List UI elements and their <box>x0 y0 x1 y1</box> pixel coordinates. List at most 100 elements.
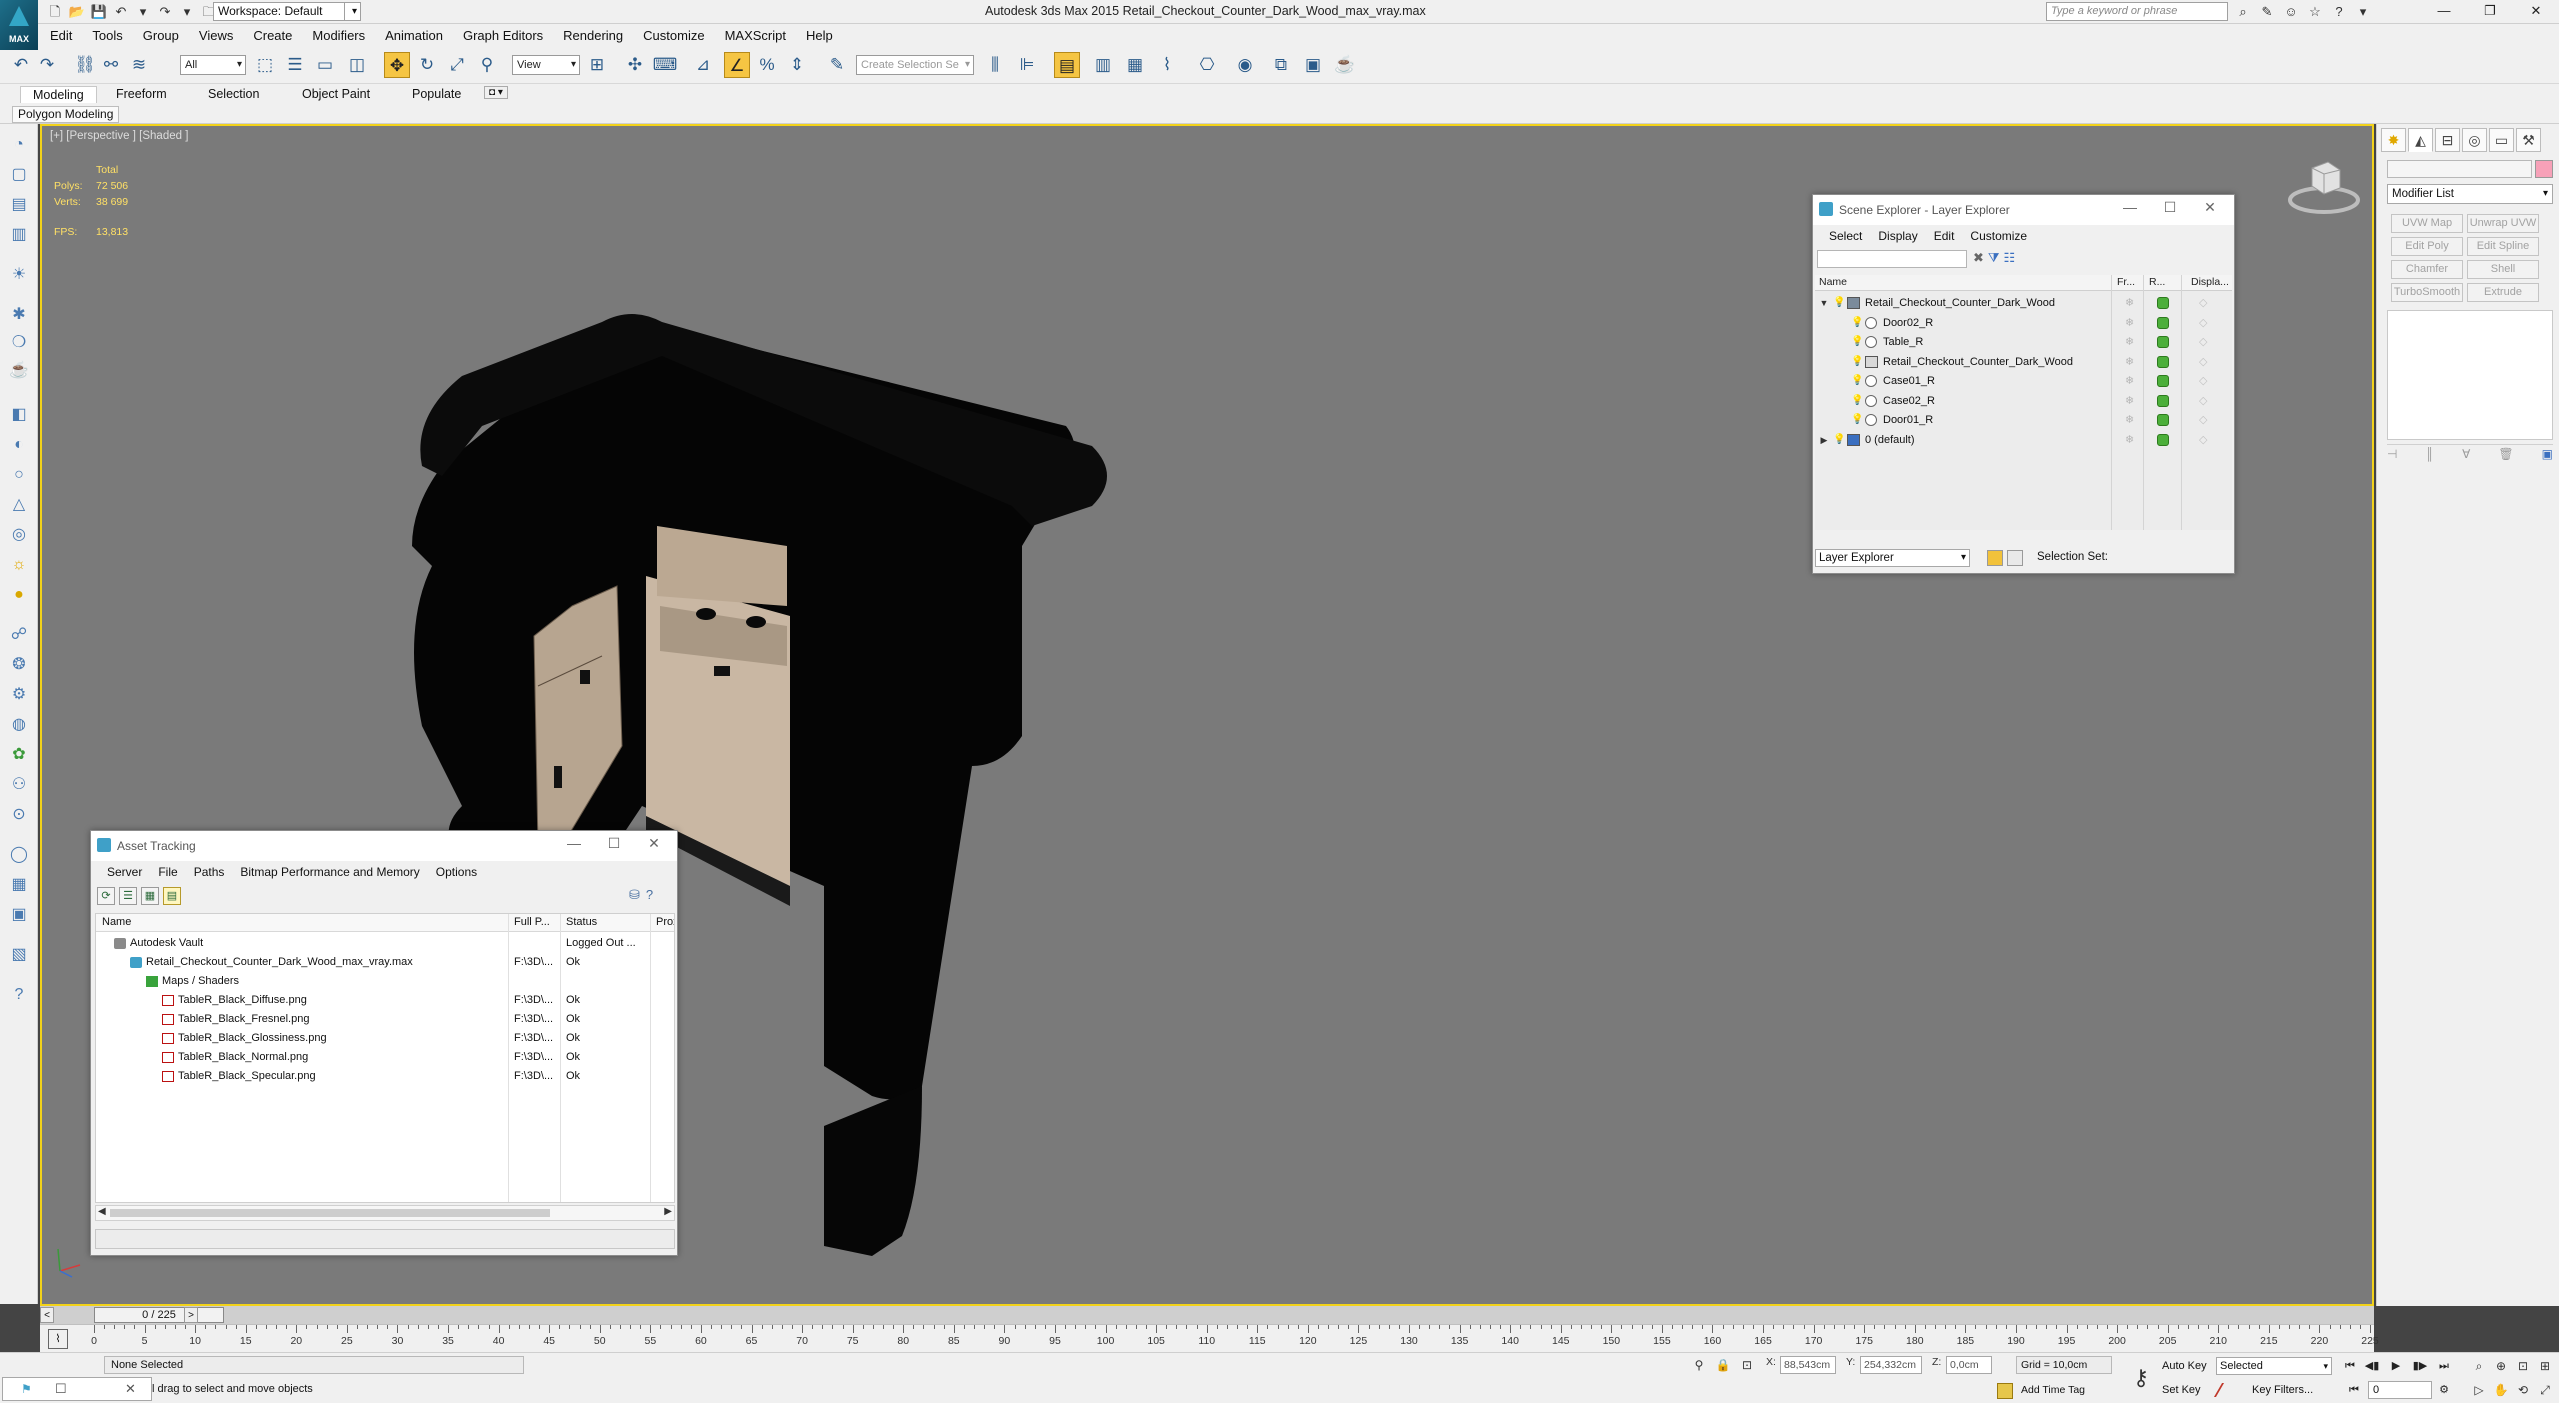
renderable-icon[interactable] <box>2157 336 2169 348</box>
unwrap-uvw-button[interactable]: Unwrap UVW <box>2467 214 2539 233</box>
tab-selection[interactable]: Selection <box>196 86 271 102</box>
toggle-layer-explorer-icon[interactable]: ▥ <box>1090 52 1116 78</box>
menu-customize[interactable]: Customize <box>633 24 714 46</box>
tab-modeling[interactable]: Modeling <box>20 86 97 103</box>
options-icon[interactable]: ☷ <box>2004 250 2016 266</box>
toggle-scene-explorer-icon[interactable]: ▤ <box>1054 52 1080 78</box>
window-crossing-icon[interactable]: ◫ <box>344 52 370 78</box>
select-rotate-icon[interactable]: ↻ <box>414 52 440 78</box>
orbit-icon[interactable]: ⟲ <box>2514 1381 2532 1399</box>
display-box-icon[interactable]: ◇ <box>2199 293 2207 313</box>
freeze-icon[interactable]: ❄ <box>2125 391 2134 411</box>
light-icon[interactable]: ☀ <box>8 264 30 286</box>
close-icon[interactable]: ✕ <box>2195 199 2225 216</box>
circle-icon[interactable]: ○ <box>8 464 30 486</box>
go-to-start-icon[interactable]: ⏮ <box>2340 1357 2360 1375</box>
named-selection-set-dropdown[interactable]: Create Selection Se <box>856 55 974 75</box>
tab-populate[interactable]: Populate <box>400 86 473 102</box>
layer-toggle-icon[interactable] <box>1987 550 2003 566</box>
place-icon[interactable]: ⚲ <box>474 52 500 78</box>
pan-icon[interactable]: ✋ <box>2492 1381 2510 1399</box>
list-view-icon[interactable]: ☰ <box>119 887 137 905</box>
help-icon[interactable]: ? <box>646 887 653 903</box>
open-file-icon[interactable]: 📂 <box>68 3 86 21</box>
current-frame-field[interactable]: 0 <box>2368 1381 2432 1399</box>
menu-views[interactable]: Views <box>189 24 243 46</box>
display-box-icon[interactable]: ◇ <box>2199 410 2207 430</box>
maximize-icon[interactable]: ☐ <box>599 835 629 852</box>
viewport-label[interactable]: [+] [Perspective ] [Shaded ] <box>50 130 188 142</box>
chamfer-button[interactable]: Chamfer <box>2391 260 2463 279</box>
display-box-icon[interactable]: ◇ <box>2199 352 2207 372</box>
close-icon[interactable]: ✕ <box>2513 0 2559 22</box>
selection-lock-icon[interactable]: 🔒 <box>1714 1356 1732 1374</box>
select-manipulate-icon[interactable]: ✣ <box>622 52 648 78</box>
visibility-bulb-icon[interactable]: 💡 <box>1851 413 1863 426</box>
freeze-icon[interactable]: ❄ <box>2125 410 2134 430</box>
renderable-icon[interactable] <box>2157 297 2169 309</box>
asset-row[interactable]: TableR_Black_Fresnel.png F:\3D\... Ok <box>96 1010 674 1029</box>
object-color-swatch[interactable] <box>2535 160 2553 178</box>
selection-filter-dropdown[interactable]: All <box>180 55 246 75</box>
freeze-icon[interactable]: ❄ <box>2125 430 2134 450</box>
filter-icon[interactable]: ⧩ <box>1988 250 2000 266</box>
app-logo-button[interactable]: MAX <box>0 0 38 50</box>
renderable-icon[interactable] <box>2157 433 2169 446</box>
menu-graph-editors[interactable]: Graph Editors <box>453 24 553 46</box>
shapes-icon[interactable]: ▢ <box>8 164 30 186</box>
sphere-icon[interactable]: ◐ <box>8 434 30 456</box>
render-icon[interactable]: ▦ <box>8 874 30 896</box>
minimize-icon[interactable]: — <box>2421 0 2467 22</box>
explorer-mode-dropdown[interactable]: Layer Explorer <box>1815 549 1970 567</box>
workspace-extra-button[interactable] <box>344 2 358 21</box>
spinner-snap-icon[interactable]: ⇕ <box>784 52 810 78</box>
key-filters-button[interactable]: Key Filters... <box>2232 1381 2332 1399</box>
scene-explorer-menu-select[interactable]: Select <box>1821 225 1870 247</box>
thumbnail-view-icon[interactable]: ▦ <box>141 887 159 905</box>
undo-icon[interactable]: ↶ <box>8 52 34 78</box>
scene-explorer-search-input[interactable] <box>1817 250 1967 268</box>
keyboard-shortcut-icon[interactable]: ⌨ <box>652 52 678 78</box>
angle-snap-icon[interactable]: ∠ <box>724 52 750 78</box>
maxscript-close-icon[interactable]: ✕ <box>125 1381 136 1397</box>
edit-spline-button[interactable]: Edit Spline <box>2467 237 2539 256</box>
maxscript-listener-mini[interactable]: ⚑ ☐ ✕ <box>2 1377 152 1401</box>
scene-explorer-titlebar[interactable]: Scene Explorer - Layer Explorer — ☐ ✕ <box>1813 195 2234 225</box>
select-scale-icon[interactable]: ⤢ <box>444 52 470 78</box>
col-name[interactable]: Name <box>1819 276 1847 288</box>
display-box-icon[interactable]: ◇ <box>2199 371 2207 391</box>
redo-icon[interactable]: ↷ <box>156 3 174 21</box>
freeze-icon[interactable]: ❄ <box>2125 371 2134 391</box>
zoom-all-icon[interactable]: ⊕ <box>2492 1357 2510 1375</box>
workspace-dropdown[interactable]: Workspace: Default <box>213 2 361 21</box>
freeze-icon[interactable]: ❄ <box>2125 352 2134 372</box>
particles-icon[interactable]: ❂ <box>8 654 30 676</box>
menu-create[interactable]: Create <box>243 24 302 46</box>
rendered-frame-window-icon[interactable]: ▣ <box>1300 52 1326 78</box>
select-by-name-icon[interactable]: ☰ <box>282 52 308 78</box>
configure-sets-icon[interactable]: ▣ <box>2542 447 2553 464</box>
minimize-icon[interactable]: — <box>559 835 589 851</box>
next-key-icon[interactable]: ▮▶ <box>2410 1357 2430 1375</box>
bones-icon[interactable]: ☍ <box>8 624 30 646</box>
foliage-icon[interactable]: ✿ <box>8 744 30 766</box>
set-key-icon[interactable]: ⚷ <box>2124 1359 2158 1397</box>
scroll-right-icon[interactable]: ▶ <box>664 1206 672 1217</box>
asset-row[interactable]: Retail_Checkout_Counter_Dark_Wood_max_vr… <box>96 953 674 972</box>
previous-key-icon[interactable]: ◀▮ <box>2362 1357 2382 1375</box>
menu-tools[interactable]: Tools <box>82 24 132 46</box>
collapse-arrow-icon[interactable]: ▼ <box>1819 293 1829 313</box>
orbit-icon[interactable]: ⊙ <box>8 804 30 826</box>
col-asset-name[interactable]: Name <box>102 916 131 928</box>
tab-object-paint[interactable]: Object Paint <box>290 86 382 102</box>
isolate-icon[interactable]: ⚲ <box>1690 1356 1708 1374</box>
renderable-icon[interactable] <box>2157 355 2169 368</box>
scene-explorer-row[interactable]: ▶ 💡 0 (default) ❄ ◇ <box>1815 430 2232 450</box>
cone-icon[interactable]: △ <box>8 494 30 516</box>
select-move-icon[interactable]: ✥ <box>384 52 410 78</box>
modify-tab-icon[interactable]: ◭ <box>2408 128 2433 152</box>
add-time-tag-button[interactable]: Add Time Tag <box>1995 1381 2113 1399</box>
track-bar[interactable]: ⌇ 0 5 10 15 20 25 30 35 40 45 50 55 60 65 70 75 80 85 90 95… <box>40 1324 2379 1352</box>
prev-frame-icon[interactable]: < <box>40 1307 54 1323</box>
col-proxy[interactable]: Prox <box>656 916 674 928</box>
